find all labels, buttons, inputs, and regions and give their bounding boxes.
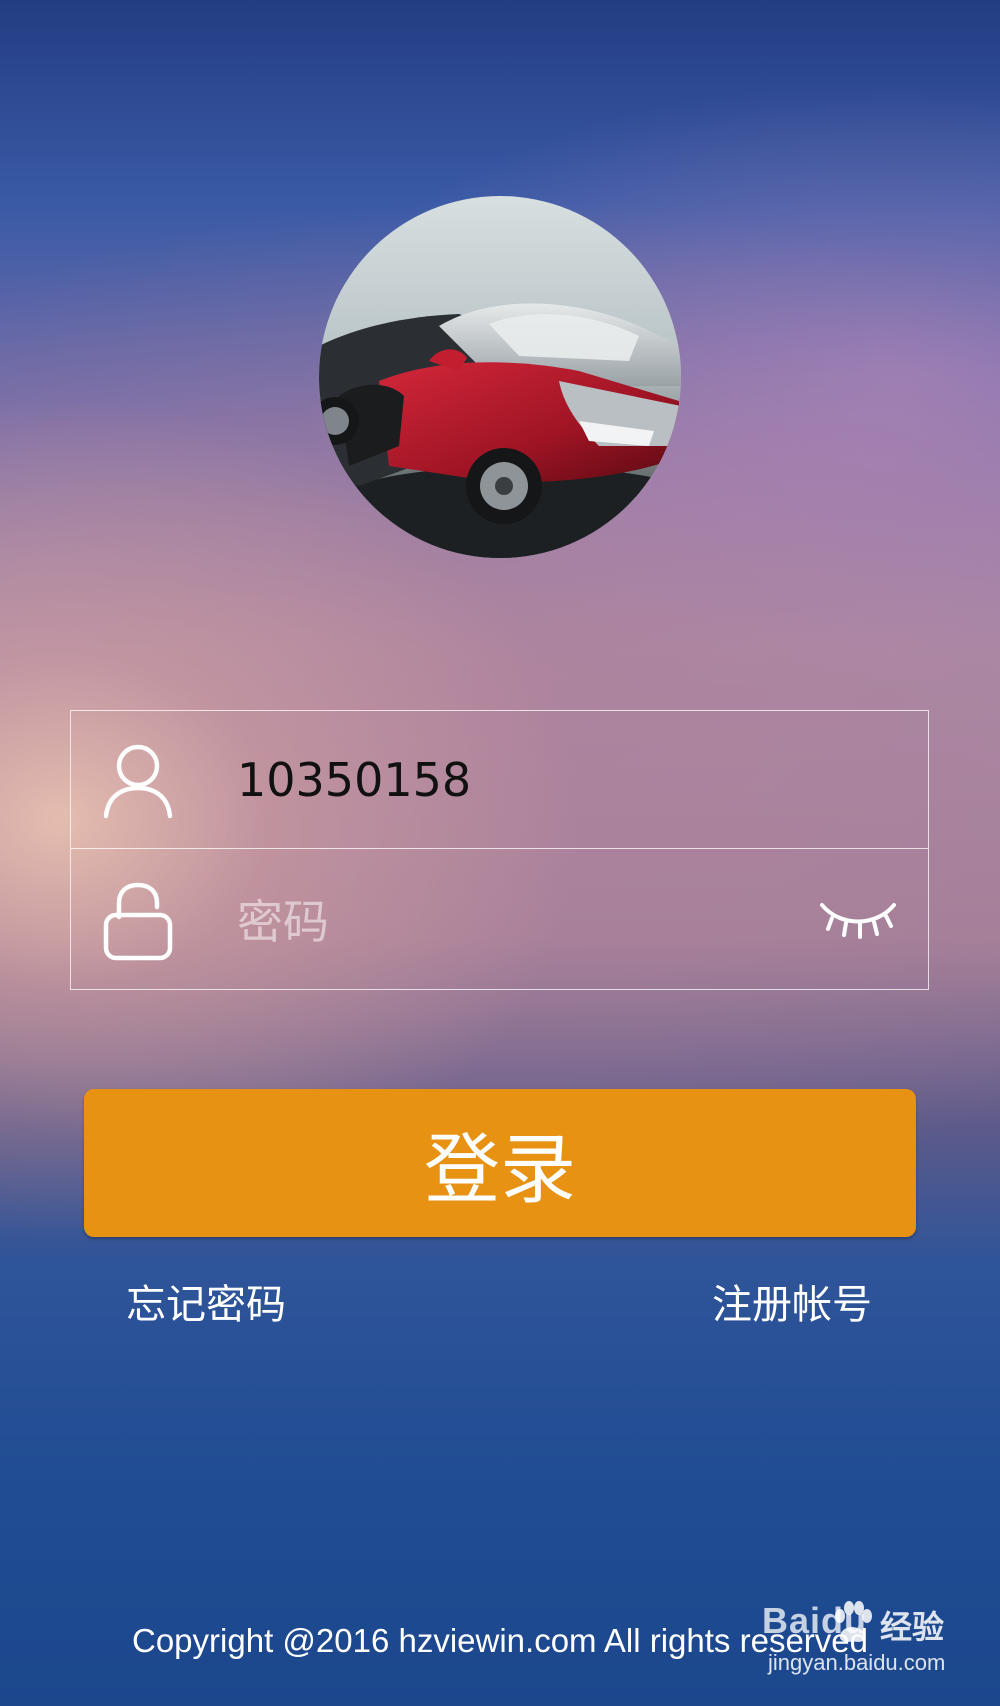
login-button[interactable]: 登录	[84, 1089, 916, 1237]
sports-car-image	[319, 196, 681, 558]
user-icon	[103, 744, 173, 819]
baidu-jingyan-watermark: Baidu 经验 jingyan.baidu.com	[762, 1600, 962, 1692]
password-row[interactable]: 密码	[71, 849, 928, 989]
forgot-password-link[interactable]: 忘记密码	[126, 1272, 286, 1330]
login-form: 10350158 密码	[70, 710, 929, 990]
username-input[interactable]: 10350158	[237, 711, 471, 848]
avatar	[319, 196, 681, 558]
unlock-icon	[103, 882, 173, 961]
closed-eye-icon[interactable]	[818, 897, 898, 941]
paw-icon	[835, 1601, 872, 1642]
register-account-link[interactable]: 注册帐号	[712, 1272, 872, 1330]
watermark-url: jingyan.baidu.com	[768, 1650, 946, 1675]
username-row[interactable]: 10350158	[71, 711, 928, 849]
watermark-brand-cn: 经验	[880, 1608, 945, 1646]
password-input[interactable]: 密码	[237, 849, 329, 989]
